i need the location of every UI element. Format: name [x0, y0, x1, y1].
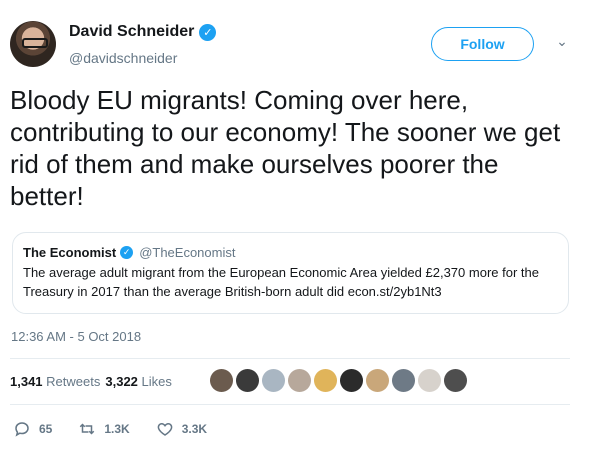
- liker-avatar[interactable]: [392, 369, 415, 392]
- tweet-timestamp[interactable]: 12:36 AM - 5 Oct 2018: [11, 329, 141, 344]
- reply-count: 65: [39, 422, 53, 436]
- author-handle[interactable]: @davidschneider: [69, 50, 177, 66]
- author-avatar[interactable]: [10, 21, 56, 67]
- liker-avatar[interactable]: [444, 369, 467, 392]
- quoted-author-handle: @TheEconomist: [139, 245, 236, 260]
- liker-avatar[interactable]: [210, 369, 233, 392]
- reply-icon: [15, 422, 29, 437]
- divider: [10, 404, 570, 405]
- quoted-tweet-header: The Economist ✓ @TheEconomist: [23, 245, 558, 260]
- liker-avatar[interactable]: [262, 369, 285, 392]
- liker-avatar[interactable]: [366, 369, 389, 392]
- retweet-icon: [80, 423, 95, 435]
- tweet-text: Bloody EU migrants! Coming over here, co…: [10, 85, 561, 211]
- retweets-count: 1,341: [10, 374, 43, 389]
- verified-badge-icon: ✓: [199, 23, 217, 41]
- quoted-tweet-card[interactable]: The Economist ✓ @TheEconomist The averag…: [12, 232, 569, 314]
- quoted-verified-badge-icon: ✓: [120, 246, 134, 259]
- liker-avatar[interactable]: [288, 369, 311, 392]
- like-count: 3.3K: [181, 422, 208, 436]
- engagement-stats: 1,341 Retweets 3,322 Likes: [10, 374, 172, 389]
- quoted-author-name: The Economist: [23, 245, 117, 260]
- likes-count: 3,322: [105, 374, 138, 389]
- reply-button[interactable]: 65: [13, 420, 52, 438]
- follow-button[interactable]: Follow: [431, 27, 534, 61]
- liker-avatars: [210, 369, 467, 392]
- avatar-glasses: [22, 38, 48, 48]
- divider: [10, 358, 570, 359]
- likes-label: Likes: [141, 374, 172, 389]
- liker-avatar[interactable]: [314, 369, 337, 392]
- author-name-row[interactable]: David Schneider ✓: [69, 23, 217, 41]
- liker-avatar[interactable]: [340, 369, 363, 392]
- retweets-stat[interactable]: 1,341 Retweets: [10, 374, 100, 389]
- likes-stat[interactable]: 3,322 Likes: [105, 374, 172, 389]
- chevron-down-icon[interactable]: ⌄: [553, 33, 571, 51]
- liker-avatar[interactable]: [418, 369, 441, 392]
- like-button[interactable]: 3.3K: [156, 420, 207, 438]
- heart-icon: [157, 422, 173, 436]
- retweet-button[interactable]: 1.3K: [78, 420, 130, 438]
- retweets-label: Retweets: [46, 374, 101, 389]
- liker-avatar[interactable]: [236, 369, 259, 392]
- quoted-tweet-text: The average adult migrant from the Europ…: [23, 265, 539, 299]
- tweet-actions: 65 1.3K 3.3K: [13, 420, 233, 438]
- author-name[interactable]: David Schneider: [69, 23, 194, 41]
- retweet-count: 1.3K: [104, 422, 130, 436]
